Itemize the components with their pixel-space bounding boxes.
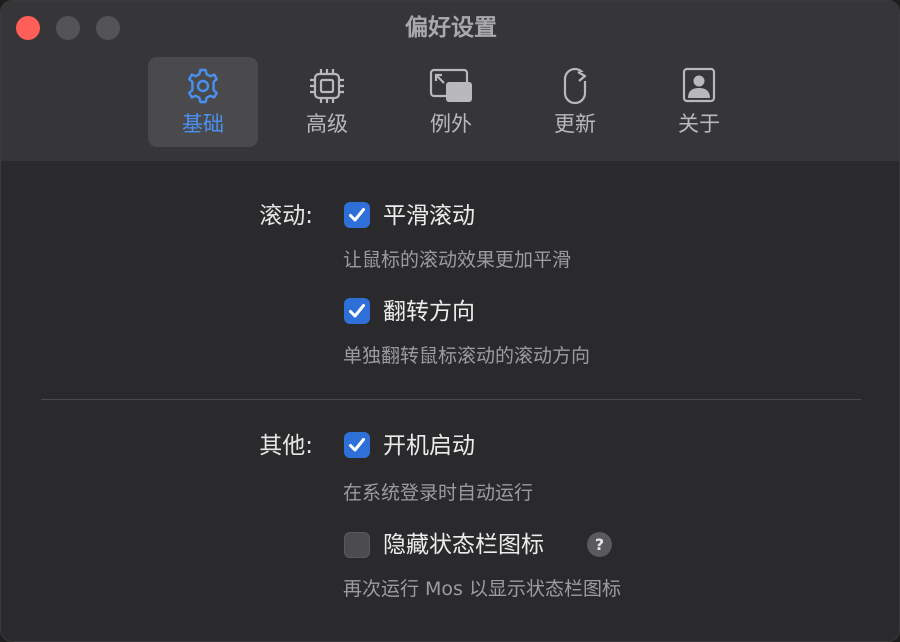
hide-status-icon-label[interactable]: 隐藏状态栏图标 xyxy=(383,528,544,562)
other-section-label: 其他: xyxy=(259,433,313,459)
cpu-chip-icon xyxy=(304,66,350,106)
tab-label: 更新 xyxy=(554,112,596,136)
launch-at-login-label[interactable]: 开机启动 xyxy=(383,429,475,463)
tab-advanced[interactable]: 高级 xyxy=(272,57,382,147)
launch-at-login-checkbox[interactable] xyxy=(344,432,370,458)
smooth-scroll-label[interactable]: 平滑滚动 xyxy=(383,199,475,233)
tab-updates[interactable]: 更新 xyxy=(520,57,630,147)
hide-status-icon-checkbox[interactable] xyxy=(344,532,370,558)
scroll-section-label: 滚动: xyxy=(259,203,313,229)
preferences-window: 偏好设置 基础 高级 例外 更新 关于 滚动: 平滑滚动 让鼠标的滚动效果更加平… xyxy=(0,0,900,642)
reverse-direction-description: 单独翻转鼠标滚动的滚动方向 xyxy=(343,345,591,367)
tab-exceptions[interactable]: 例外 xyxy=(396,57,506,147)
smooth-scroll-description: 让鼠标的滚动效果更加平滑 xyxy=(343,249,572,271)
window-title: 偏好设置 xyxy=(405,15,497,41)
reverse-direction-label[interactable]: 翻转方向 xyxy=(383,295,475,329)
checkmark-icon xyxy=(349,438,365,452)
tab-label: 基础 xyxy=(182,112,224,136)
gear-icon xyxy=(180,66,226,106)
toolbar: 偏好设置 基础 高级 例外 更新 关于 xyxy=(1,1,899,161)
tab-label: 关于 xyxy=(678,112,720,136)
tab-about[interactable]: 关于 xyxy=(644,57,754,147)
help-button[interactable]: ? xyxy=(587,532,612,557)
checkmark-icon xyxy=(349,304,365,318)
reverse-direction-checkbox[interactable] xyxy=(344,298,370,324)
window-resize-icon xyxy=(428,66,474,106)
section-divider xyxy=(41,399,861,400)
checkmark-icon xyxy=(349,208,365,222)
tab-label: 例外 xyxy=(430,112,472,136)
tab-basic[interactable]: 基础 xyxy=(148,57,258,147)
launch-at-login-description: 在系统登录时自动运行 xyxy=(343,482,534,504)
refresh-icon xyxy=(552,66,598,106)
smooth-scroll-checkbox[interactable] xyxy=(344,202,370,228)
hide-status-icon-description: 再次运行 Mos 以显示状态栏图标 xyxy=(343,578,621,600)
person-card-icon xyxy=(676,66,722,106)
tab-label: 高级 xyxy=(306,112,348,136)
